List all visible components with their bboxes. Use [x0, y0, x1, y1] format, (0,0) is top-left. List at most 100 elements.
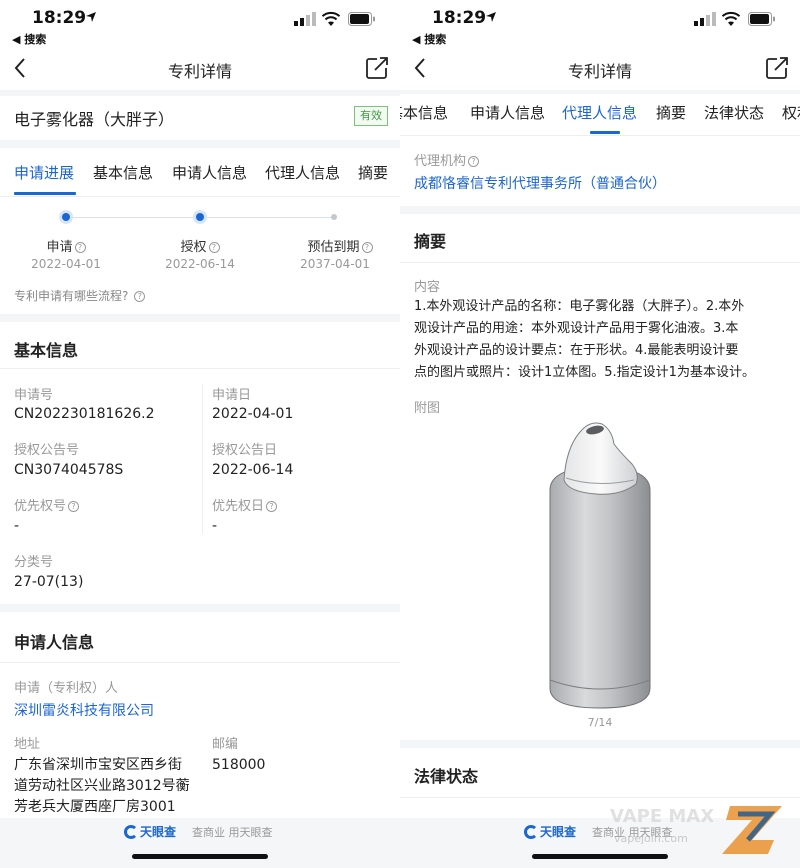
app-date-label: 申请日 [212, 388, 252, 403]
right-screen: 18:29 ◀ 搜索 专利详情 基本信息 申请人信息 代理人信息 摘要 法律状态… [400, 0, 800, 868]
priority-no-label-text: 优先权号 [14, 499, 67, 514]
grant-no-value: CN307404578S [14, 462, 124, 478]
help-icon[interactable]: ? [468, 156, 480, 167]
tab-progress[interactable]: 申请进展 [14, 162, 74, 183]
priority-no-label: 优先权号? [14, 495, 80, 514]
basic-info-heading: 基本信息 [14, 341, 79, 360]
section-gap [0, 604, 400, 612]
status-bar: 18:29 ◀ 搜索 [400, 0, 800, 48]
status-time: 18:29 [432, 8, 487, 28]
active-tab-indicator [14, 192, 76, 195]
wifi-icon [721, 11, 741, 26]
grant-date-label: 授权公告日 [212, 443, 278, 458]
tab-rights[interactable]: 权利 [782, 102, 800, 123]
content-label: 内容 [414, 280, 441, 295]
process-help-link[interactable]: 专利申请有哪些流程? ? [14, 287, 146, 304]
figure-label: 附图 [414, 401, 441, 416]
nav-bar: 专利详情 [400, 48, 800, 90]
divider [0, 368, 400, 369]
share-icon[interactable] [764, 55, 790, 81]
progress-dot-apply [62, 213, 70, 221]
share-icon[interactable] [364, 55, 390, 81]
watermark-text: VAPE MAX [610, 806, 715, 827]
grant-date-value: 2022-06-14 [212, 462, 294, 478]
process-help-text: 专利申请有哪些流程? [14, 289, 129, 303]
section-gap [400, 740, 800, 748]
legal-status-heading: 法律状态 [414, 767, 479, 786]
help-icon[interactable]: ? [361, 242, 373, 253]
divider [400, 135, 800, 136]
page-title: 专利详情 [167, 62, 232, 81]
holder-link[interactable]: 深圳雷炎科技有限公司 [14, 700, 154, 720]
divider [400, 262, 800, 263]
abstract-heading: 摘要 [414, 232, 447, 251]
back-to-search-link[interactable]: ◀ 搜索 [12, 31, 46, 47]
tianyancha-logo-icon [524, 825, 538, 839]
step-expiry-date: 2037-04-01 [300, 257, 370, 271]
postcode-label: 邮编 [212, 737, 239, 752]
tab-abstract[interactable]: 摘要 [358, 162, 388, 183]
section-gap [0, 140, 400, 148]
progress-dot-expiry [331, 214, 337, 220]
class-label: 分类号 [14, 555, 54, 570]
wifi-icon [321, 11, 341, 26]
status-bar: 18:29 ◀ 搜索 [0, 0, 400, 48]
step-apply-date: 2022-04-01 [31, 257, 101, 271]
help-icon[interactable]: ? [68, 501, 80, 512]
footer-bar: 天眼查 查商业 用天眼查 [0, 818, 400, 868]
tab-legal-status[interactable]: 法律状态 [704, 102, 764, 123]
tab-applicant-info[interactable]: 申请人信息 [470, 102, 545, 123]
priority-date-label: 优先权日? [212, 495, 278, 514]
left-tab-bar: 申请进展 基本信息 申请人信息 代理人信息 摘要 [0, 152, 400, 194]
page-title: 专利详情 [567, 62, 632, 81]
holder-label: 申请（专利权）人 [14, 681, 119, 696]
home-indicator[interactable] [532, 854, 668, 859]
section-gap [0, 314, 400, 322]
brand-name: 天眼查 [140, 825, 177, 839]
agency-label: 代理机构? [414, 150, 480, 169]
tianyancha-logo-icon [124, 825, 138, 839]
product-drawing-image[interactable] [540, 418, 660, 713]
agency-link[interactable]: 成都恪睿信专利代理事务所（普通合伙） [414, 173, 666, 193]
tab-basic-info[interactable]: 基本信息 [93, 162, 153, 183]
home-indicator[interactable] [132, 854, 268, 859]
patent-name: 电子雾化器（大胖子） [14, 110, 175, 129]
address-line: 广东省深圳市宝安区西乡街 [14, 757, 182, 773]
help-icon[interactable]: ? [74, 242, 86, 253]
tab-basic-info[interactable]: 基本信息 [400, 102, 448, 123]
watermark-logo-icon [722, 806, 782, 854]
tab-abstract[interactable]: 摘要 [656, 102, 686, 123]
active-tab-indicator [590, 131, 620, 134]
class-value: 27-07(13) [14, 574, 84, 590]
help-icon[interactable]: ? [266, 501, 278, 512]
divider [0, 196, 400, 197]
status-badge: 有效 [354, 106, 388, 126]
tab-agent-info[interactable]: 代理人信息 [265, 162, 340, 183]
patent-title-row: 电子雾化器（大胖子） [0, 96, 400, 140]
grant-no-label: 授权公告号 [14, 443, 80, 458]
image-index: 7/14 [587, 716, 613, 729]
right-tab-bar: 基本信息 申请人信息 代理人信息 摘要 法律状态 权利 [400, 92, 800, 134]
location-arrow-icon [486, 12, 496, 22]
step-apply: 申请? [11, 236, 121, 255]
abstract-content: 1.本外观设计产品的名称：电子雾化器（大胖子）。2.本外 观设计产品的用途：本外… [414, 296, 788, 384]
tab-agent-info[interactable]: 代理人信息 [562, 102, 637, 123]
divider [0, 662, 400, 663]
column-divider [202, 384, 203, 534]
help-icon[interactable]: ? [208, 242, 220, 253]
address-label: 地址 [14, 737, 41, 752]
brand-slogan: 查商业 用天眼查 [192, 826, 273, 839]
brand-name: 天眼查 [540, 825, 577, 839]
step-expiry: 预估到期? [285, 236, 395, 255]
tab-applicant-info[interactable]: 申请人信息 [172, 162, 247, 183]
abstract-line: 观设计产品的用途：本外观设计产品用于雾化油液。3.本 [414, 321, 739, 336]
address-value: 广东省深圳市宝安区西乡街 道劳动社区兴业路3012号蘅 芳老兵大厦西座厂房300… [14, 755, 190, 818]
help-icon: ? [134, 291, 146, 302]
left-screen: 18:29 ◀ 搜索 专利详情 电子雾化器（大胖子） 有效 申请进展 基本信息 … [0, 0, 400, 868]
address-line: 芳老兵大厦西座厂房3001 [14, 799, 176, 815]
step-expiry-label: 预估到期 [307, 240, 360, 255]
priority-date-value: - [212, 518, 218, 534]
step-grant: 授权? [145, 236, 255, 255]
nav-bar: 专利详情 [0, 48, 400, 90]
back-to-search-link[interactable]: ◀ 搜索 [412, 31, 446, 47]
